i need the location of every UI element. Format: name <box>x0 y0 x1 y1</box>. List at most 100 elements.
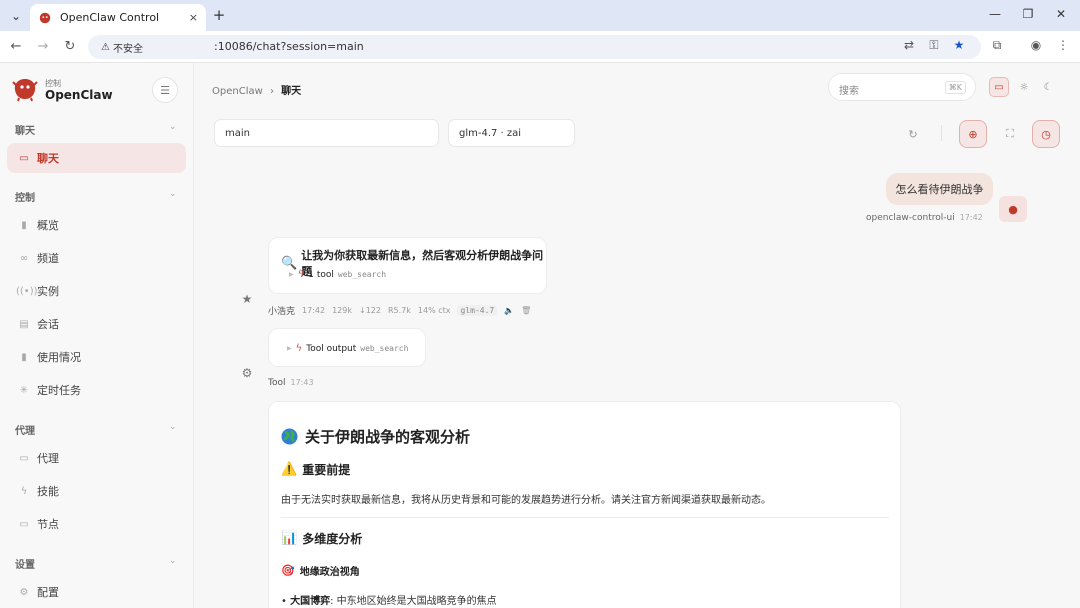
assistant-message-meta: 小浩克 17:42 129k ↓122 R5.7k 14% ctx glm-4.… <box>268 304 531 317</box>
monitor-theme-icon[interactable]: ▭ <box>989 77 1009 97</box>
security-chip[interactable]: ⚠ 不安全 <box>94 39 150 55</box>
link-icon: ∞ <box>19 252 29 264</box>
history-clock-icon[interactable]: ◷ <box>1032 120 1060 148</box>
search-input[interactable]: 搜索 ⌘K <box>828 73 976 101</box>
trash-icon[interactable]: 🗑 <box>521 306 531 315</box>
user-name: openclaw-control-ui <box>866 213 955 223</box>
tool-output-row[interactable]: ▶ ϟ Tool output web_search <box>287 343 408 354</box>
sidebar: 控制 OpenClaw ☰ 聊天 ⌄ ▭ 聊天 控制 ⌄ ▮ 概览 ∞ 频道 ((•)) 实… <box>0 63 194 608</box>
premise-paragraph: 由于无法实时获取最新信息，我将从历史背景和可能的发展趋势进行分析。请关注官方新闻… <box>281 495 771 506</box>
search-placeholder: 搜索 <box>839 86 859 97</box>
sidebar-item-sessions[interactable]: ▤ 会话 <box>7 309 186 339</box>
sidebar-item-channels[interactable]: ∞ 频道 <box>7 243 186 273</box>
section-heading-analysis: 📊 多维度分析 <box>281 531 363 546</box>
user-message-bubble: 怎么看待伊朗战争 <box>886 173 993 205</box>
expand-triangle-icon: ▶ <box>289 271 294 278</box>
section-chat[interactable]: 聊天 ⌄ <box>15 122 177 137</box>
forward-icon[interactable]: → <box>35 39 51 54</box>
bar-chart-icon: 📊 <box>281 531 298 546</box>
tool-call-row[interactable]: ▶ ϟ 1 tool web_search <box>289 269 386 280</box>
token-stat: 129k <box>332 306 352 315</box>
back-icon[interactable]: ← <box>8 39 24 54</box>
section-control[interactable]: 控制 ⌄ <box>15 189 177 204</box>
tool-gear-icon: ⚙ <box>241 366 253 380</box>
toolbar-divider <box>941 125 942 141</box>
new-tab-button[interactable]: + <box>210 6 228 24</box>
openclaw-favicon-icon <box>39 12 51 23</box>
token-stat: ↓122 <box>358 306 381 315</box>
bookmark-star-icon[interactable]: ★ <box>950 38 968 52</box>
sidebar-item-config[interactable]: ⚙ 配置 <box>7 577 186 607</box>
more-menu-icon[interactable]: ⋮ <box>1054 38 1072 52</box>
moon-icon[interactable]: ☾ <box>1038 77 1058 97</box>
sidebar-item-overview[interactable]: ▮ 概览 <box>7 210 186 240</box>
section-agents[interactable]: 代理 ⌄ <box>15 422 177 437</box>
user-avatar-icon: ● <box>999 196 1027 222</box>
tool-call-name: web_search <box>337 270 387 279</box>
browser-tab[interactable]: OpenClaw Control × <box>30 4 206 31</box>
collapse-sidebar-button[interactable]: ☰ <box>152 77 178 103</box>
sidebar-item-nodes[interactable]: ▭ 节点 <box>7 509 186 539</box>
bolt-icon: ϟ <box>20 485 28 497</box>
folder-icon: ▭ <box>19 452 29 464</box>
tool-output-name: web_search <box>360 344 409 353</box>
sidebar-item-agents[interactable]: ▭ 代理 <box>7 443 186 473</box>
openclaw-logo-icon <box>12 79 38 102</box>
omnibox[interactable]: ⚠ 不安全 :10086/chat?session=main ⇄ ⚿ ★ <box>88 35 981 59</box>
document-icon: ▤ <box>19 318 29 330</box>
tab-title: OpenClaw Control <box>60 11 160 24</box>
token-stat: 14% ctx <box>417 306 451 315</box>
focus-icon[interactable]: ⛶ <box>996 120 1024 148</box>
tool-output-card: ▶ ϟ Tool output web_search <box>268 328 426 367</box>
breadcrumb-root[interactable]: OpenClaw <box>212 86 263 97</box>
section-settings[interactable]: 设置 ⌄ <box>15 556 177 571</box>
monitor-icon: ▭ <box>19 518 29 530</box>
profile-icon[interactable]: ◉ <box>1027 38 1045 52</box>
warning-icon: ⚠️ <box>281 462 298 477</box>
broadcast-icon: ((•)) <box>16 285 38 297</box>
sun-icon[interactable]: ☼ <box>1014 77 1034 97</box>
speaker-icon[interactable]: 🔈 <box>504 306 514 315</box>
key-icon[interactable]: ⚿ <box>925 38 943 53</box>
model-chip: glm-4.7 <box>457 305 498 316</box>
chevron-down-icon: ⌄ <box>169 556 177 566</box>
sidebar-item-skills[interactable]: ϟ 技能 <box>7 476 186 506</box>
globe-icon <box>281 428 298 445</box>
search-shortcut-badge: ⌘K <box>944 81 966 94</box>
breadcrumb-separator: › <box>269 86 274 97</box>
token-stat: R5.7k <box>387 306 411 315</box>
sidebar-item-instances[interactable]: ((•)) 实例 <box>7 276 186 306</box>
sidebar-item-chat[interactable]: ▭ 聊天 <box>7 143 186 173</box>
restore-icon[interactable]: ❐ <box>1018 7 1038 21</box>
sidebar-item-usage[interactable]: ▮ 使用情况 <box>7 342 186 372</box>
tool-count: 1 tool <box>308 269 334 280</box>
breadcrumb: OpenClaw › 聊天 <box>212 82 301 97</box>
minimize-icon[interactable]: — <box>985 7 1005 21</box>
target-icon: 🎯 <box>281 564 295 577</box>
analysis-card: 关于伊朗战争的客观分析 ⚠️ 重要前提 由于无法实时获取最新信息，我将从历史背景… <box>268 401 901 608</box>
model-select[interactable]: glm-4.7 · zai <box>448 119 575 147</box>
translate-icon[interactable]: ⇄ <box>900 38 918 52</box>
assistant-star-icon: ★ <box>241 292 253 306</box>
chevron-down-icon: ⌄ <box>169 122 177 132</box>
brain-icon[interactable]: ⊕ <box>959 120 987 148</box>
url-text[interactable]: :10086/chat?session=main <box>214 40 364 53</box>
assistant-message-card: 🔍 让我为你获取最新信息，然后客观分析伊朗战争问题 ▶ ϟ 1 tool web… <box>268 237 547 294</box>
refresh-icon[interactable]: ↻ <box>899 120 927 148</box>
breadcrumb-current: 聊天 <box>281 86 302 97</box>
bar-chart-icon: ▮ <box>21 351 27 363</box>
extensions-icon[interactable]: ⧉ <box>988 38 1006 53</box>
tab-search-chevron-icon[interactable]: ⌄ <box>6 7 26 25</box>
expand-triangle-icon: ▶ <box>287 345 292 352</box>
sidebar-item-cron[interactable]: ✳ 定时任务 <box>7 375 186 405</box>
reload-icon[interactable]: ↻ <box>62 39 78 54</box>
tool-name: Tool <box>268 378 286 388</box>
chevron-down-icon: ⌄ <box>169 422 177 432</box>
section-heading-premise: ⚠️ 重要前提 <box>281 462 351 477</box>
close-window-icon[interactable]: ✕ <box>1051 7 1071 21</box>
tab-close-icon[interactable]: × <box>189 11 198 24</box>
tool-output-label: Tool output <box>306 343 357 354</box>
assistant-time: 17:42 <box>302 306 326 315</box>
gear-icon: ⚙ <box>19 586 29 598</box>
session-select[interactable]: main <box>214 119 439 147</box>
